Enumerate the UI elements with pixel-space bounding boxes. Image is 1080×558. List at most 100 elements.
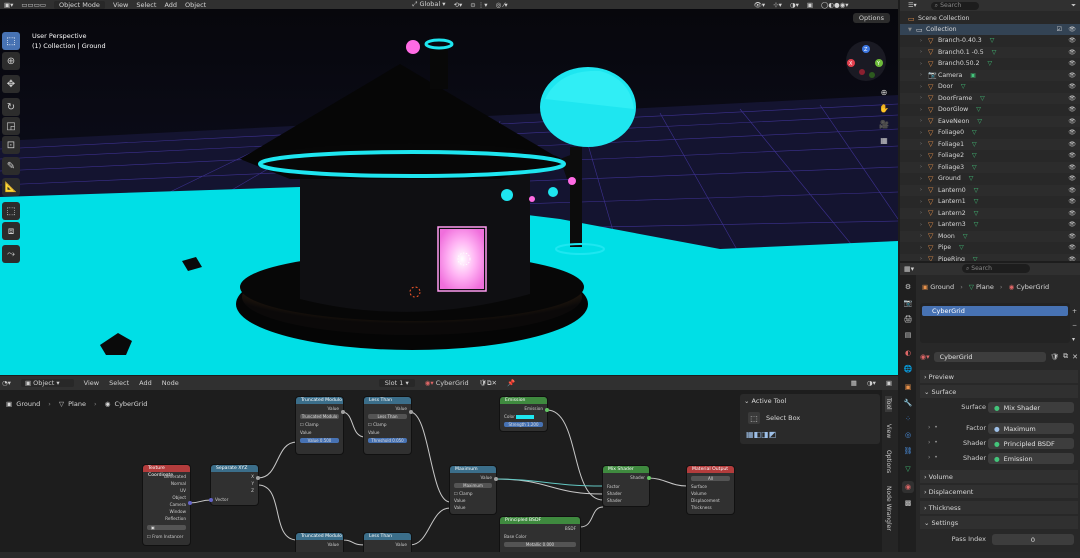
3d-viewport[interactable]: User Perspective (1) Collection | Ground… bbox=[0, 9, 898, 375]
view-layer-tab-icon[interactable]: ▤ bbox=[902, 329, 914, 341]
node-object-dropdown[interactable]: ▣ Object ▾ bbox=[20, 379, 74, 387]
node-texture-coordinate[interactable]: Texture Coordinate Generated Normal UV O… bbox=[143, 465, 190, 545]
target-dropdown[interactable]: All bbox=[691, 476, 730, 481]
clamp-checkbox[interactable]: ☐ Clamp bbox=[300, 422, 339, 427]
volume-section[interactable]: › Volume bbox=[920, 470, 1078, 483]
socket-dot[interactable] bbox=[209, 498, 213, 502]
visibility-icon[interactable]: 👁▾ bbox=[754, 1, 766, 9]
outliner-item[interactable]: › ▽ Branch-0.40.3 ▽ 👁 bbox=[900, 35, 1080, 46]
socket-dot[interactable] bbox=[409, 410, 413, 414]
outliner-search-input[interactable]: ⌕ Search bbox=[930, 1, 980, 10]
socket-dot[interactable] bbox=[341, 410, 345, 414]
duplicate-icon[interactable]: ⧉ bbox=[1063, 352, 1068, 361]
remove-slot-icon[interactable]: − bbox=[1072, 319, 1077, 333]
data-tab-icon[interactable]: ▽ bbox=[902, 463, 914, 475]
eye-icon[interactable]: 👁 bbox=[1068, 187, 1076, 194]
eye-icon[interactable]: 👁 bbox=[1068, 198, 1076, 205]
factor-field[interactable]: ● Maximum bbox=[988, 423, 1074, 434]
node-editor-type-icon[interactable]: ◔▾ bbox=[2, 379, 11, 387]
perspective-icon[interactable]: ▦ bbox=[878, 133, 890, 149]
node-emission[interactable]: Emission Emission Color Strength 1.200 bbox=[500, 397, 547, 431]
expand-icon[interactable]: › bbox=[920, 222, 928, 228]
expand-icon[interactable]: › bbox=[920, 38, 928, 44]
mesh-data-icon[interactable]: ▽ bbox=[972, 152, 977, 159]
tool-tab-icon[interactable]: ⚙ bbox=[902, 281, 914, 293]
value-field[interactable]: Value 0.500 bbox=[300, 438, 339, 443]
menu-add[interactable]: Add bbox=[164, 1, 177, 9]
clamp-checkbox[interactable]: ☐ Clamp bbox=[454, 491, 492, 496]
tab-options[interactable]: Options bbox=[885, 450, 892, 473]
eye-icon[interactable]: 👁 bbox=[1068, 95, 1076, 102]
expand-icon[interactable]: › bbox=[920, 256, 928, 261]
expand-icon[interactable]: › bbox=[920, 164, 928, 170]
tab-tool[interactable]: Tool bbox=[885, 396, 892, 412]
scene-collection-row[interactable]: ▭ Scene Collection bbox=[900, 13, 1080, 24]
expand-icon[interactable]: › bbox=[920, 61, 928, 67]
mesh-data-icon[interactable]: ▽ bbox=[959, 244, 964, 251]
camera-data-icon[interactable]: ▣ bbox=[970, 72, 976, 79]
object-tab-icon[interactable]: ▣ bbox=[902, 381, 914, 393]
from-instancer-checkbox[interactable]: ☐ From Instancer bbox=[147, 534, 186, 539]
outliner-item[interactable]: › ▽ Foliage1 ▽ 👁 bbox=[900, 138, 1080, 150]
eye-icon[interactable]: 👁 bbox=[1068, 60, 1076, 67]
breadcrumb-mesh[interactable]: Plane bbox=[976, 283, 994, 291]
rotate-tool-button[interactable]: ↻ bbox=[2, 98, 20, 116]
mesh-data-icon[interactable]: ▽ bbox=[977, 118, 982, 125]
outliner-editor-icon[interactable]: ☰▾ bbox=[908, 2, 917, 9]
pan-icon[interactable]: ✋ bbox=[878, 101, 890, 117]
selection-mode-icons[interactable]: ▦◧◨◩ bbox=[746, 430, 776, 439]
mesh-data-icon[interactable]: ▽ bbox=[988, 60, 993, 67]
socket-dot[interactable] bbox=[545, 408, 549, 412]
mesh-data-icon[interactable]: ▽ bbox=[974, 221, 979, 228]
mesh-data-icon[interactable]: ▽ bbox=[963, 233, 968, 240]
expand-icon[interactable]: › bbox=[920, 118, 928, 124]
filter-icon[interactable]: ⏷ bbox=[1071, 2, 1076, 10]
select-box-icon[interactable]: ⬚ bbox=[748, 412, 760, 424]
node-less-than[interactable]: Less Than Value Less Than ☐ Clamp Value … bbox=[364, 397, 411, 454]
eye-icon[interactable]: 👁 bbox=[1068, 49, 1076, 56]
outliner-item[interactable]: › ▽ Moon ▽ 👁 bbox=[900, 230, 1080, 242]
gizmo-icon[interactable]: ⊹▾ bbox=[773, 1, 782, 9]
slot-dropdown[interactable]: Slot 1 ▾ bbox=[378, 379, 415, 387]
outliner-item[interactable]: › ▽ Door ▽ 👁 bbox=[900, 81, 1080, 92]
active-tool-header[interactable]: ⌄ Active Tool bbox=[744, 397, 786, 405]
outliner-item[interactable]: › ▽ Lantern2 ▽ 👁 bbox=[900, 207, 1080, 219]
eye-icon[interactable]: 👁 bbox=[1068, 152, 1076, 159]
breadcrumb-object[interactable]: Ground bbox=[930, 283, 954, 291]
eye-icon[interactable]: 👁 bbox=[1068, 175, 1076, 182]
collapse-icon[interactable]: ▼ bbox=[908, 27, 916, 33]
scene-tab-icon[interactable]: ◐ bbox=[902, 347, 914, 359]
expand-icon[interactable]: › bbox=[920, 187, 928, 193]
mesh-data-icon[interactable]: ▽ bbox=[969, 175, 974, 182]
node-maximum[interactable]: Maximum Value Maximum ☐ Clamp Value Valu… bbox=[450, 466, 496, 514]
proportional-icon[interactable]: ◎ ⁄▾ bbox=[496, 1, 508, 9]
eye-icon[interactable]: 👁 bbox=[1068, 256, 1076, 262]
menu-view[interactable]: View bbox=[113, 1, 128, 9]
operation-dropdown[interactable]: Maximum bbox=[454, 483, 492, 488]
node-material-field[interactable]: ◉▾ CyberGrid bbox=[425, 379, 469, 387]
tab-node-wrangler[interactable]: Node Wrangler bbox=[885, 486, 892, 531]
overlay-icon[interactable]: ◑▾ bbox=[790, 1, 799, 9]
operation-dropdown[interactable]: Less Than bbox=[368, 414, 407, 419]
eye-icon[interactable]: 👁 bbox=[1068, 26, 1076, 33]
outliner-item[interactable]: › 📷 Camera ▣ 👁 bbox=[900, 69, 1080, 81]
annotate-tool-button[interactable]: ✎ bbox=[2, 157, 20, 175]
outliner-item[interactable]: › ▽ Ground ▽ 👁 bbox=[900, 173, 1080, 184]
properties-editor-icon[interactable]: ▦▾ bbox=[904, 265, 914, 273]
expand-icon[interactable]: › bbox=[920, 176, 928, 182]
outliner-item[interactable]: › ▽ DoorFrame ▽ 👁 bbox=[900, 92, 1080, 104]
outliner-item[interactable]: › ▽ Lantern1 ▽ 👁 bbox=[900, 196, 1080, 207]
pin-icon[interactable]: 📌 bbox=[507, 379, 515, 387]
transform-tool-button[interactable]: ⊡ bbox=[2, 136, 20, 154]
object-picker-field[interactable]: ▣ bbox=[147, 525, 186, 530]
mesh-data-icon[interactable]: ▽ bbox=[974, 187, 979, 194]
collection-row[interactable]: ▼ ▭ Collection ☑ 👁 bbox=[900, 24, 1080, 35]
particles-tab-icon[interactable]: ⁘ bbox=[902, 413, 914, 425]
pivot-icon[interactable]: ⟲▾ bbox=[454, 1, 463, 9]
options-button[interactable]: Options bbox=[852, 13, 890, 23]
outliner-item[interactable]: › ▽ DoorGlow ▽ 👁 bbox=[900, 104, 1080, 115]
world-tab-icon[interactable]: 🌐 bbox=[902, 363, 914, 375]
mesh-data-icon[interactable]: ▽ bbox=[974, 198, 979, 205]
socket-dot[interactable] bbox=[647, 476, 651, 480]
expand-icon[interactable]: › bbox=[920, 210, 928, 216]
